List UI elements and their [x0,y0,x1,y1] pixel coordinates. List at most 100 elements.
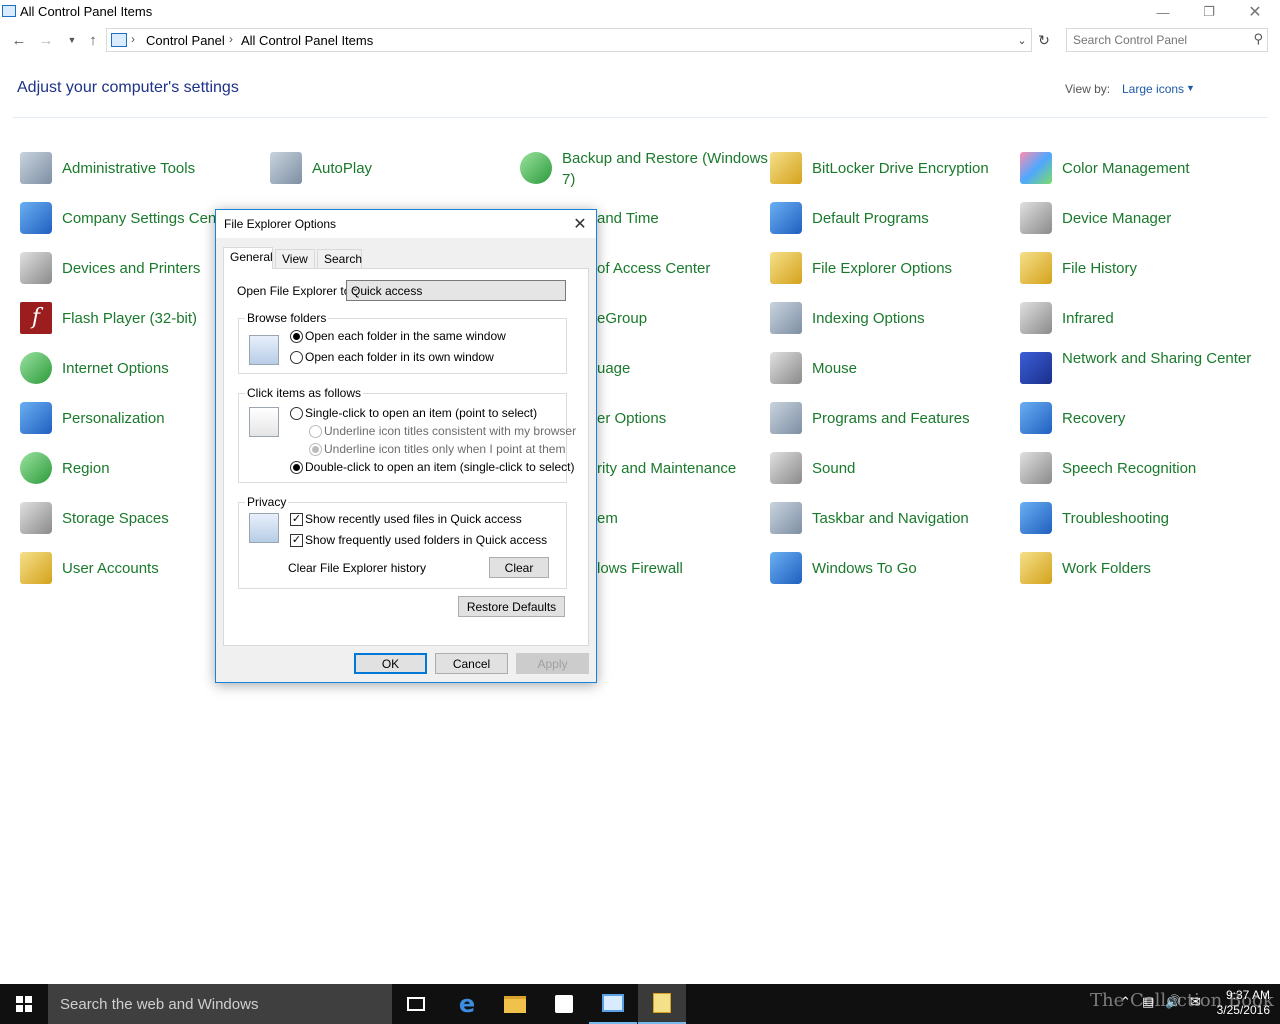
cp-item-work-folders[interactable]: Work Folders [1020,547,1260,591]
item-label: Backup and Restore (Windows 7) [562,150,768,188]
cp-item-network-sharing[interactable]: Network and Sharing Center [1020,347,1260,391]
restore-defaults-button[interactable]: Restore Defaults [458,596,565,617]
close-button[interactable]: ✕ [1232,0,1278,24]
cp-item-mouse[interactable]: Mouse [770,347,1010,391]
control-panel-taskbar-button[interactable] [589,984,637,1024]
cp-item-indexing-options[interactable]: Indexing Options [770,297,1010,341]
item-label: Work Folders [1062,560,1151,577]
action-center-icon[interactable]: ✉ [1190,994,1201,1010]
item-label: Sound [812,460,856,477]
open-to-select[interactable]: Quick access ⌄ [346,280,566,301]
breadcrumb-all-items[interactable]: All Control Panel Items [241,33,373,48]
checkbox-label: Show recently used files in Quick access [305,512,522,526]
forward-button[interactable]: → [36,30,56,50]
general-tab-panel: Open File Explorer to: Quick access ⌄ Br… [223,268,589,646]
taskbar-search[interactable]: Search the web and Windows [48,984,392,1024]
task-view-button[interactable] [392,984,440,1024]
radio-label: Open each folder in its own window [305,350,494,364]
radio-double-click[interactable] [290,461,303,474]
edge-button[interactable]: e [443,984,491,1024]
check-recent-files[interactable]: ✓ [290,513,303,526]
up-button[interactable]: ↑ [83,30,103,50]
infrared-icon [1020,302,1052,334]
tab-general[interactable]: General [223,247,273,269]
radio-underline-browser[interactable] [309,425,322,438]
cp-item-autoplay[interactable]: AutoPlay [270,147,510,191]
caret-down-icon[interactable]: ▼ [1186,83,1195,93]
cp-item-programs-features[interactable]: Programs and Features [770,397,1010,441]
clear-button[interactable]: Clear [489,557,549,578]
control-panel-icon [2,5,16,17]
radio-underline-point[interactable] [309,443,322,456]
cp-item-bitlocker[interactable]: BitLocker Drive Encryption [770,147,1010,191]
item-label: File History [1062,260,1138,277]
recent-locations-button[interactable]: ▼ [62,30,82,50]
item-label: Indexing Options [812,310,925,327]
tab-search[interactable]: Search [317,249,362,268]
folder-options-taskbar-button[interactable] [638,984,686,1024]
administrative-tools-icon [20,152,52,184]
chevron-right-icon[interactable]: › [229,32,233,46]
clock-time: 9:37 AM [1225,988,1270,1002]
windows-logo-icon [16,996,32,1012]
cp-item-backup-restore[interactable]: Backup and Restore (Windows 7) [520,147,768,191]
back-button[interactable]: ← [9,30,29,50]
view-by-dropdown[interactable]: Large icons [1122,82,1184,96]
cp-item-infrared[interactable]: Infrared [1020,297,1260,341]
cp-item-recovery[interactable]: Recovery [1020,397,1260,441]
volume-icon[interactable]: 🔊 [1165,994,1181,1010]
radio-same-window[interactable] [290,330,303,343]
address-box[interactable]: › Control Panel › All Control Panel Item… [106,28,1032,52]
cp-item-file-history[interactable]: File History [1020,247,1260,291]
item-label: Mouse [812,360,858,377]
network-tray-icon[interactable]: ▤ [1142,994,1154,1010]
search-icon[interactable]: ⚲ [1253,31,1263,47]
minimize-button[interactable]: — [1140,0,1186,24]
chevron-down-icon[interactable]: ⌄ [1015,32,1029,48]
window-title: All Control Panel Items [20,4,153,19]
ok-button[interactable]: OK [354,653,427,674]
chevron-down-icon[interactable]: ⌄ [351,283,561,294]
restore-button[interactable]: ❐ [1186,0,1232,24]
cp-item-color-management[interactable]: Color Management [1020,147,1260,191]
microphone-icon [1020,452,1052,484]
taskbar: Search the web and Windows e The Collect… [0,984,1280,1024]
item-label: Windows To Go [812,560,917,577]
tab-view[interactable]: View [275,249,315,268]
cp-item-administrative-tools[interactable]: Administrative Tools [20,147,260,191]
cp-item-file-explorer-options[interactable]: File Explorer Options [770,247,1010,291]
search-box[interactable]: ⚲ [1066,28,1268,52]
radio-label: Open each folder in the same window [305,329,506,343]
cp-item-windows-to-go[interactable]: Windows To Go [770,547,1010,591]
cp-item-sound[interactable]: Sound [770,447,1010,491]
cp-item-device-manager[interactable]: Device Manager [1020,197,1260,241]
troubleshooting-icon [1020,502,1052,534]
radio-single-click[interactable] [290,407,303,420]
start-button[interactable] [0,984,48,1024]
folder-options-icon [653,993,671,1013]
refresh-icon[interactable]: ↻ [1034,30,1054,50]
device-manager-icon [1020,202,1052,234]
dialog-titlebar[interactable]: File Explorer Options ✕ [216,210,596,238]
tray-overflow-icon[interactable]: ⌃ [1120,994,1131,1010]
chevron-right-icon[interactable]: › [131,32,135,46]
autoplay-icon [270,152,302,184]
apply-button[interactable]: Apply [516,653,589,674]
task-view-icon [407,997,425,1011]
cp-item-default-programs[interactable]: Default Programs [770,197,1010,241]
cp-item-speech-recognition[interactable]: Speech Recognition [1020,447,1260,491]
cp-item-taskbar-navigation[interactable]: Taskbar and Navigation [770,497,1010,541]
breadcrumb-control-panel[interactable]: Control Panel [146,33,225,48]
taskbar-clock[interactable]: 9:37 AM 3/25/2016 [1217,988,1270,1018]
close-icon[interactable]: ✕ [570,214,590,234]
item-label: AutoPlay [312,160,373,177]
view-by-label: View by: [1065,82,1111,96]
check-frequent-folders[interactable]: ✓ [290,534,303,547]
item-label: Administrative Tools [62,160,196,177]
search-input[interactable] [1073,32,1243,48]
cp-item-troubleshooting[interactable]: Troubleshooting [1020,497,1260,541]
radio-own-window[interactable] [290,351,303,364]
store-button[interactable] [540,984,588,1024]
file-explorer-button[interactable] [491,984,539,1024]
cancel-button[interactable]: Cancel [435,653,508,674]
